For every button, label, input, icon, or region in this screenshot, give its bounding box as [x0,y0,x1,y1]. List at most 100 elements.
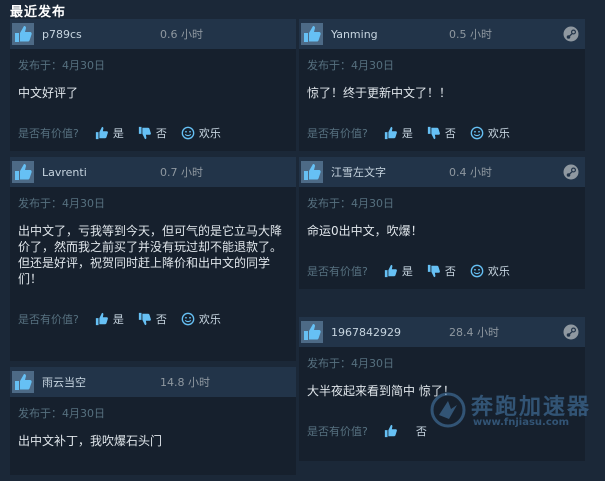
watermark-url: www.fnjiasu.com [473,417,570,428]
thumbs-down-icon [427,126,440,140]
thumbs-up-icon [384,264,397,278]
vote-funny-button[interactable]: 欢乐 [470,263,510,279]
review-text: 出中文了，亏我等到今天，但可气的是它立马大降价了，然而我之前买了并没有玩过却不能… [18,224,283,286]
vote-yes-button[interactable]: 是 [384,263,413,279]
review-hours: 0.7 小时 [160,166,203,179]
vote-funny-button[interactable]: 欢乐 [181,125,221,141]
review-hours: 0.6 小时 [160,28,203,41]
vote-funny-label: 欢乐 [487,127,510,140]
vote-yes-button[interactable]: 是 [95,125,124,141]
vote-funny-button[interactable]: 欢乐 [181,311,221,327]
review-text: 中文好评了 [18,86,79,100]
review-card: 江雪左文字 0.4 小时 发布于：4月30日 命运0出中文，吹爆！ 是否有价值?… [299,157,585,289]
review-posted-date: 发布于：4月30日 [18,407,105,420]
steam-logo-icon [563,324,579,340]
thumbs-down-icon [138,126,151,140]
review-text: 惊了！终于更新中文了！！ [307,86,452,100]
steam-logo-icon [563,26,579,42]
reviews-column-left: p789cs 0.6 小时 发布于：4月30日 中文好评了 是否有价值? 是 否… [10,19,296,481]
review-posted-date: 发布于：4月30日 [18,197,105,210]
thumbs-up-icon [301,161,323,183]
vote-yes-button[interactable] [384,424,402,438]
vote-no-label: 否 [444,265,456,278]
review-text: 命运0出中文，吹爆！ [307,224,423,238]
review-hours: 28.4 小时 [449,326,499,339]
review-card: Yanming 0.5 小时 发布于：4月30日 惊了！终于更新中文了！！ 是否… [299,19,585,151]
helpful-question: 是否有价值? [307,265,368,278]
review-hours: 0.4 小时 [449,166,492,179]
vote-yes-button[interactable]: 是 [384,125,413,141]
review-hours: 0.5 小时 [449,28,492,41]
review-card: Lavrenti 0.7 小时 发布于：4月30日 出中文了，亏我等到今天，但可… [10,157,296,361]
vote-no-button[interactable]: 否 [138,125,167,141]
vote-no-button[interactable]: 否 [138,311,167,327]
thumbs-up-icon [12,161,34,183]
review-body: 发布于：4月30日 出中文了，亏我等到今天，但可气的是它立马大降价了，然而我之前… [10,187,296,361]
thumbs-up-icon [384,126,397,140]
review-header: Lavrenti 0.7 小时 [10,157,296,187]
review-header: Yanming 0.5 小时 [299,19,585,49]
review-username[interactable]: Lavrenti [42,166,160,179]
review-username[interactable]: Yanming [331,28,449,41]
review-posted-date: 发布于：4月30日 [18,59,105,72]
thumbs-up-icon [301,23,323,45]
review-header: 江雪左文字 0.4 小时 [299,157,585,187]
review-body: 发布于：4月30日 中文好评了 是否有价值? 是 否 欢乐 [10,49,296,151]
smiley-icon [181,312,195,326]
vote-yes-label: 是 [401,265,413,278]
thumbs-down-icon [427,264,440,278]
vote-yes-label: 是 [112,127,124,140]
review-body: 发布于：4月30日 出中文补丁，我吹爆石头门 [10,397,296,475]
review-username[interactable]: p789cs [42,28,160,41]
thumbs-up-icon [12,23,34,45]
watermark: 奔跑加速器 www.fnjiasu.com [429,389,599,435]
vote-yes-button[interactable]: 是 [95,311,124,327]
review-posted-date: 发布于：4月30日 [307,357,394,370]
review-username[interactable]: 雨云当空 [42,374,160,390]
vote-no-label: 否 [415,425,427,438]
smiley-icon [470,264,484,278]
review-header: p789cs 0.6 小时 [10,19,296,49]
vote-no-label: 否 [444,127,456,140]
thumbs-up-icon [95,126,108,140]
vote-no-label: 否 [155,127,167,140]
vote-funny-label: 欢乐 [487,265,510,278]
thumbs-up-icon [12,371,34,393]
helpful-question: 是否有价值? [18,127,79,140]
review-header: 1967842929 28.4 小时 [299,317,585,347]
review-card: p789cs 0.6 小时 发布于：4月30日 中文好评了 是否有价值? 是 否… [10,19,296,151]
steam-logo-icon [563,164,579,180]
vote-yes-label: 是 [112,313,124,326]
section-title: 最近发布 [10,5,67,20]
review-posted-date: 发布于：4月30日 [307,197,394,210]
review-body: 发布于：4月30日 惊了！终于更新中文了！！ 是否有价值? 是 否 欢乐 [299,49,585,151]
thumbs-down-icon [138,312,151,326]
vote-no-button[interactable]: 否 [427,125,456,141]
review-username[interactable]: 江雪左文字 [331,164,449,180]
review-hours: 14.8 小时 [160,376,210,389]
vote-yes-label: 是 [401,127,413,140]
accelerator-logo-icon [430,392,466,428]
review-body: 发布于：4月30日 命运0出中文，吹爆！ 是否有价值? 是 否 欢乐 [299,187,585,289]
vote-no-button[interactable]: 否 [427,263,456,279]
vote-row: 是否有价值? 是 否 欢乐 [307,263,577,279]
review-posted-date: 发布于：4月30日 [307,59,394,72]
review-text: 出中文补丁，我吹爆石头门 [18,434,163,448]
thumbs-up-icon [301,321,323,343]
helpful-question: 是否有价值? [18,313,79,326]
thumbs-up-icon [384,424,397,438]
vote-funny-label: 欢乐 [198,127,221,140]
vote-funny-button[interactable]: 欢乐 [470,125,510,141]
helpful-question: 是否有价值? [307,425,368,438]
vote-row: 是否有价值? 是 否 欢乐 [307,125,577,141]
vote-no-button[interactable]: 否 [416,423,427,439]
helpful-question: 是否有价值? [307,127,368,140]
vote-row: 是否有价值? 是 否 欢乐 [18,311,288,327]
review-card: 雨云当空 14.8 小时 发布于：4月30日 出中文补丁，我吹爆石头门 [10,367,296,475]
review-username[interactable]: 1967842929 [331,326,449,339]
vote-no-label: 否 [155,313,167,326]
thumbs-up-icon [95,312,108,326]
smiley-icon [470,126,484,140]
review-header: 雨云当空 14.8 小时 [10,367,296,397]
smiley-icon [181,126,195,140]
